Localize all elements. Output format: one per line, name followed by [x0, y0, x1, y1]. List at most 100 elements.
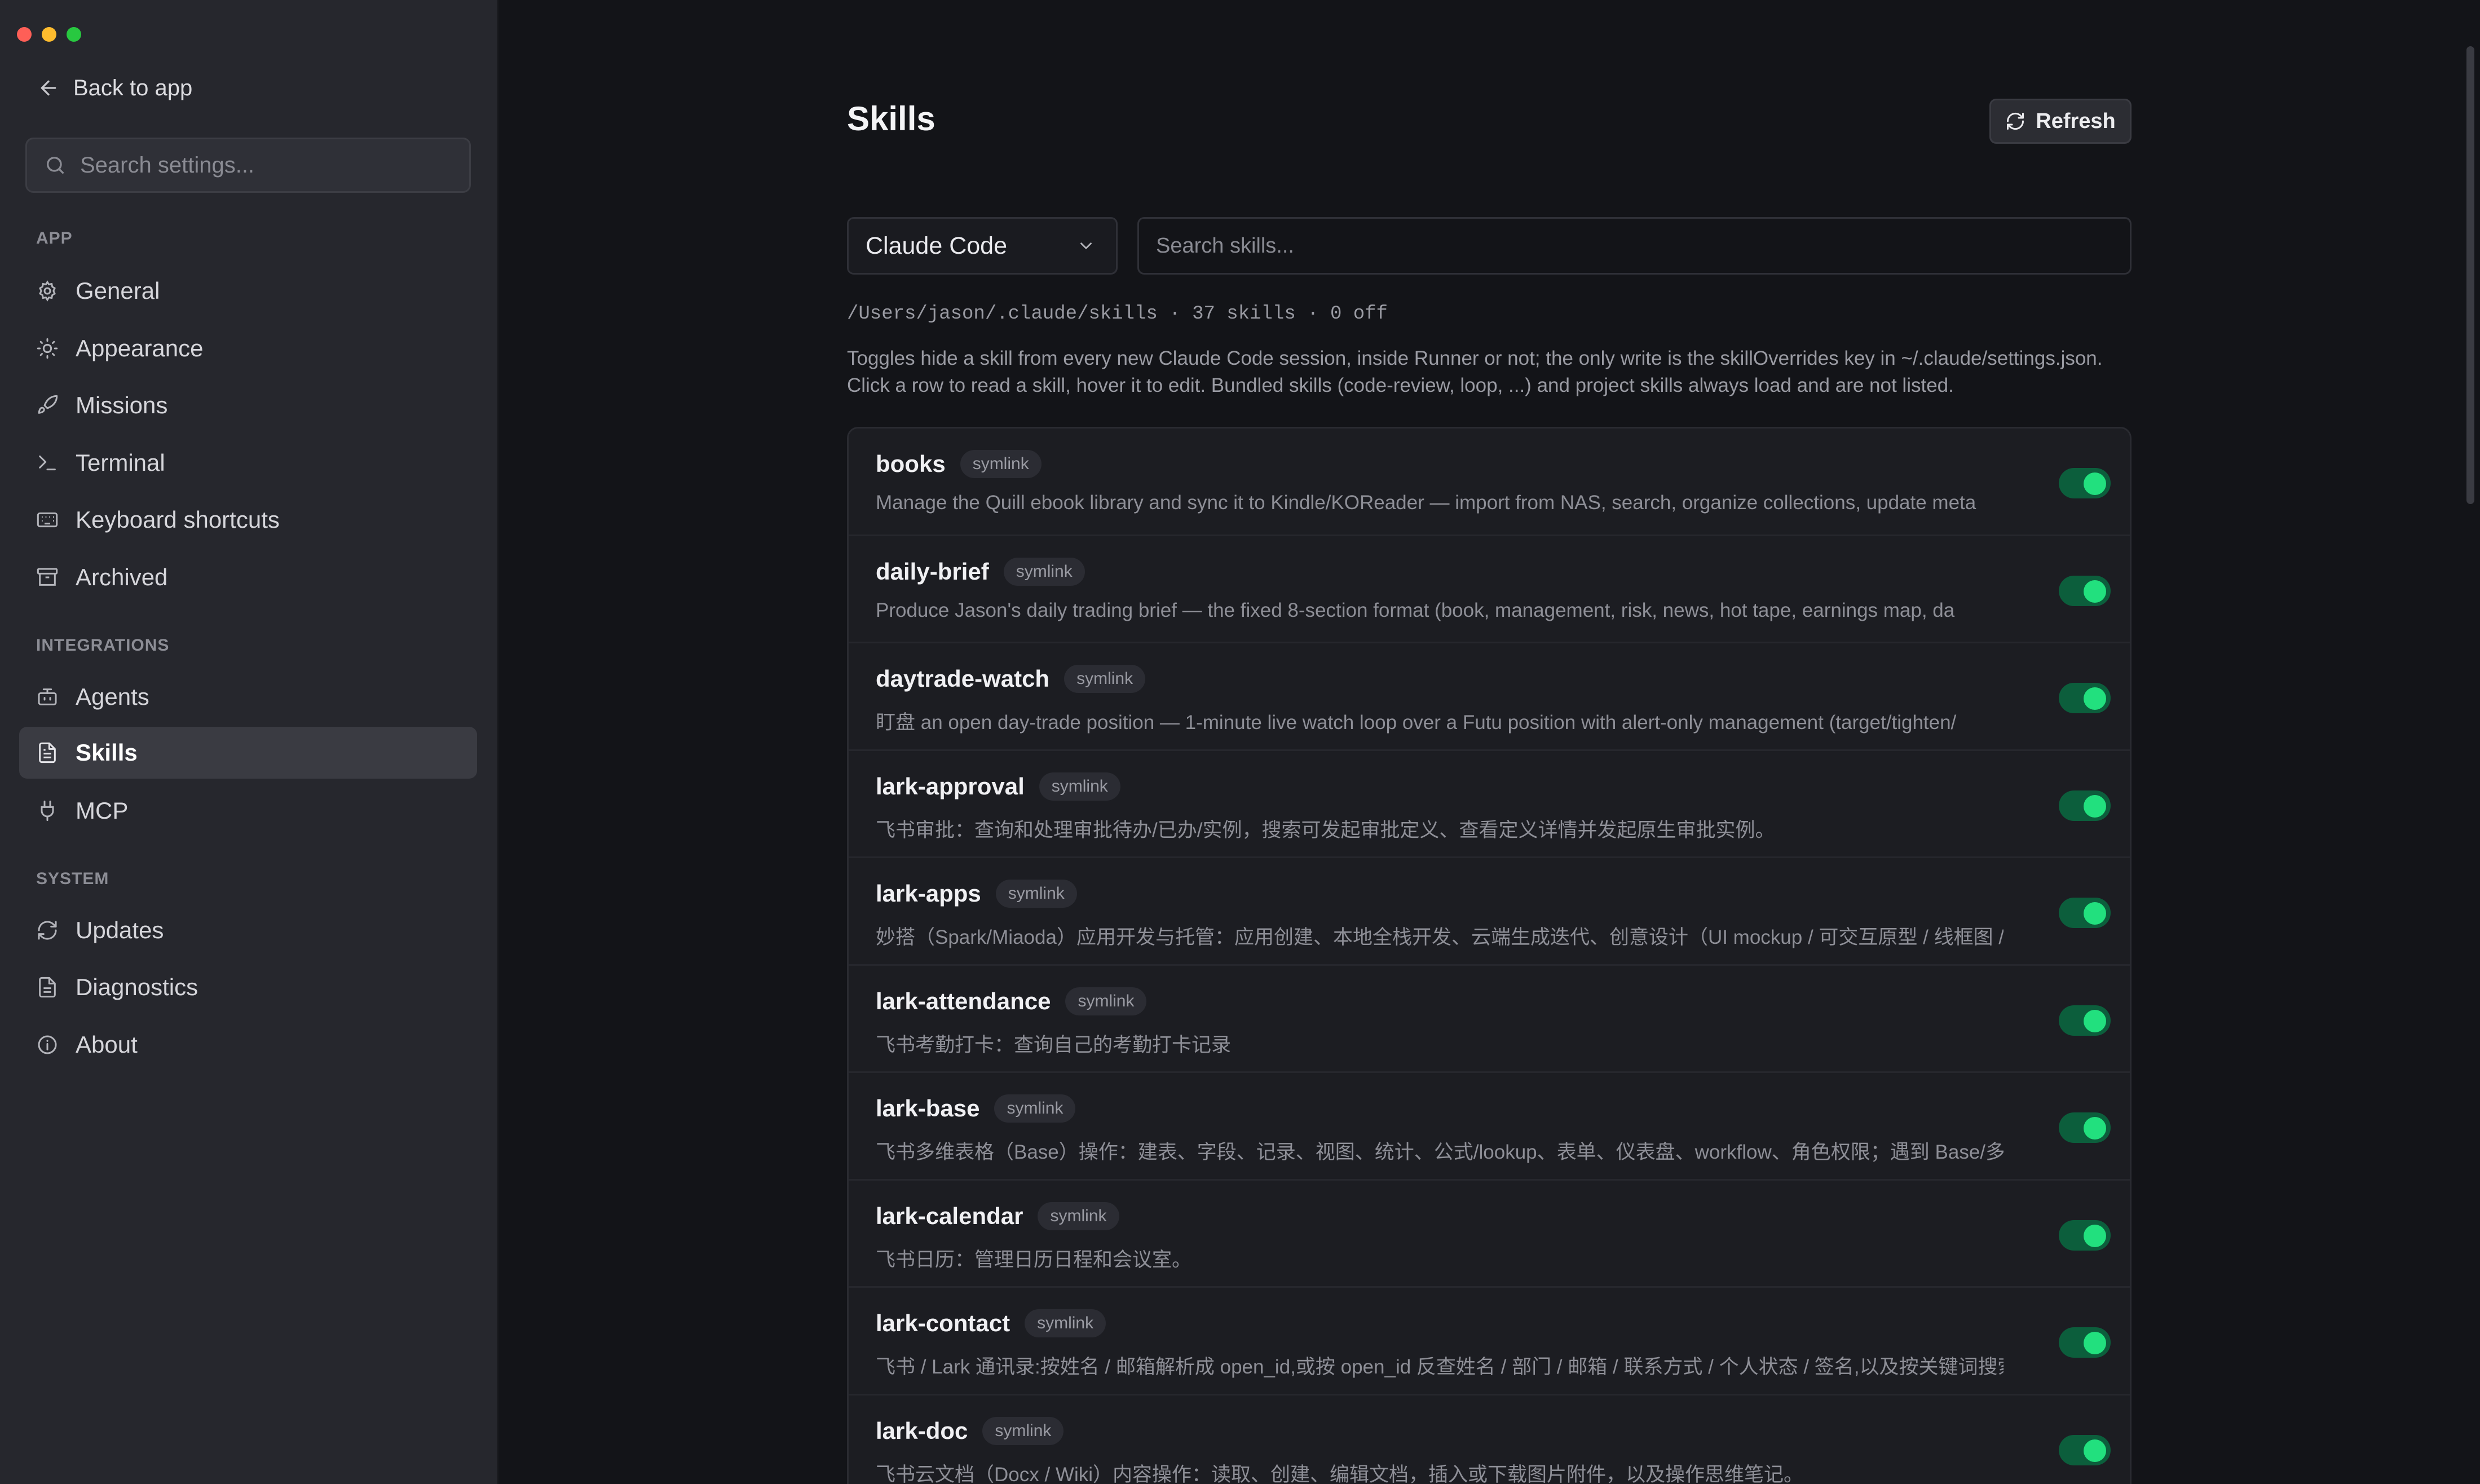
- skill-row[interactable]: books symlink Manage the Quill ebook libra…: [849, 429, 2130, 536]
- zoom-window-button[interactable]: [67, 27, 81, 42]
- skill-header: daily-brief symlink: [876, 557, 1085, 586]
- skill-row[interactable]: lark-calendar symlink 飞书日历：管理日历日程和会议室。: [849, 1180, 2130, 1288]
- sidebar-item-skills[interactable]: Skills: [19, 727, 477, 779]
- sidebar-item-label: Diagnostics: [76, 974, 198, 1000]
- skill-description: 飞书考勤打卡：查询自己的考勤打卡记录: [876, 1034, 1232, 1056]
- skill-row[interactable]: lark-attendance symlink 飞书考勤打卡：查询自己的考勤打卡记录: [849, 965, 2130, 1073]
- skill-toggle[interactable]: [2059, 575, 2111, 606]
- skills-list: books symlink Manage the Quill ebook libra…: [847, 427, 2132, 1484]
- skill-row[interactable]: lark-contact symlink 飞书 / Lark 通讯录:按姓名 / 邮…: [849, 1288, 2130, 1395]
- skill-toggle[interactable]: [2059, 1434, 2111, 1465]
- skill-description: 飞书日历：管理日历日程和会议室。: [876, 1248, 1192, 1271]
- skill-row[interactable]: lark-apps symlink 妙搭（Spark/Miaoda）应用开发与托管：…: [849, 858, 2130, 966]
- skill-row[interactable]: lark-doc symlink 飞书云文档（Docx / Wiki）内容操作：读取…: [849, 1395, 2130, 1484]
- back-to-app-link[interactable]: Back to app: [37, 71, 192, 105]
- sidebar-item-updates[interactable]: Updates: [19, 904, 477, 956]
- skill-description: 盯盘 an open day-trade position — 1-minute…: [876, 712, 1957, 734]
- toggle-knob: [2084, 1224, 2106, 1247]
- skill-name: lark-apps: [876, 880, 981, 907]
- skill-toggle[interactable]: [2059, 1220, 2111, 1251]
- skill-description: 妙搭（Spark/Miaoda）应用开发与托管：应用创建、本地全栈开发、云端生成…: [876, 926, 2004, 948]
- section-label-system: SYSTEM: [36, 869, 109, 888]
- sidebar-item-label: Skills: [76, 739, 138, 766]
- toggle-knob: [2084, 472, 2106, 495]
- sidebar-item-missions[interactable]: Missions: [19, 379, 477, 431]
- refresh-button[interactable]: Refresh: [1989, 99, 2132, 144]
- skill-header: lark-calendar symlink: [876, 1202, 1119, 1230]
- skill-header: books symlink: [876, 450, 1042, 478]
- sidebar-item-label: About: [76, 1031, 138, 1058]
- refresh-icon: [2007, 112, 2024, 130]
- close-window-button[interactable]: [17, 27, 32, 42]
- skills-search-input[interactable]: [1156, 233, 2115, 258]
- toggle-knob: [2084, 1439, 2106, 1462]
- skill-description: Manage the Quill ebook library and sync …: [876, 492, 1976, 514]
- sidebar-item-label: Terminal: [76, 449, 165, 476]
- skill-toggle[interactable]: [2059, 790, 2111, 821]
- keyboard-icon: [37, 512, 58, 528]
- sidebar-item-archived[interactable]: Archived: [19, 551, 477, 603]
- symlink-badge: symlink: [960, 450, 1042, 478]
- agent-selector[interactable]: Claude Code: [847, 217, 1118, 275]
- sidebar-item-agents[interactable]: Agents: [19, 671, 477, 723]
- skill-row[interactable]: lark-base symlink 飞书多维表格（Base）操作：建表、字段、记录、…: [849, 1073, 2130, 1181]
- document-icon: [39, 977, 56, 998]
- sidebar-item-diagnostics[interactable]: Diagnostics: [19, 961, 477, 1013]
- scrollbar-thumb[interactable]: [2466, 46, 2474, 504]
- skill-header: lark-attendance symlink: [876, 987, 1147, 1015]
- skill-toggle[interactable]: [2059, 468, 2111, 498]
- skill-toggle[interactable]: [2059, 1112, 2111, 1143]
- page-title: Skills: [847, 100, 935, 138]
- sidebar-item-mcp[interactable]: MCP: [19, 785, 477, 837]
- bot-icon: [38, 688, 57, 705]
- skills-page: Skills Refresh Claude Code /Users/jason/…: [500, 0, 2480, 1484]
- skill-row[interactable]: daily-brief symlink Produce Jason's daily …: [849, 536, 2130, 643]
- skill-toggle[interactable]: [2059, 1005, 2111, 1036]
- skill-toggle[interactable]: [2059, 898, 2111, 928]
- skill-header: lark-approval symlink: [876, 772, 1120, 801]
- symlink-badge: symlink: [1038, 1202, 1119, 1230]
- skill-description: 飞书云文档（Docx / Wiki）内容操作：读取、创建、编辑文档，插入或下载图…: [876, 1463, 1804, 1484]
- skill-row[interactable]: lark-approval symlink 飞书审批：查询和处理审批待办/已办/实例…: [849, 750, 2130, 858]
- skill-header: lark-doc symlink: [876, 1416, 1064, 1445]
- settings-search[interactable]: [25, 138, 471, 193]
- toggle-knob: [2084, 687, 2106, 710]
- chevron-down-icon: [1080, 242, 1092, 249]
- skill-row[interactable]: daytrade-watch symlink 盯盘 an open day-trad…: [849, 643, 2130, 751]
- skill-name: daytrade-watch: [876, 665, 1050, 692]
- skill-description: 飞书 / Lark 通讯录:按姓名 / 邮箱解析成 open_id,或按 ope…: [876, 1356, 2004, 1378]
- sidebar-item-keyboard-shortcuts[interactable]: Keyboard shortcuts: [19, 494, 477, 546]
- terminal-icon: [39, 455, 56, 471]
- sidebar-item-about[interactable]: About: [19, 1019, 477, 1071]
- symlink-badge: symlink: [1025, 1309, 1106, 1337]
- skills-search[interactable]: [1137, 217, 2132, 275]
- sidebar-item-appearance[interactable]: Appearance: [19, 323, 477, 374]
- window-controls: [17, 27, 81, 42]
- settings-search-input[interactable]: [80, 152, 464, 178]
- skill-name: lark-contact: [876, 1310, 1010, 1336]
- skill-toggle[interactable]: [2059, 683, 2111, 713]
- skill-description: 飞书多维表格（Base）操作：建表、字段、记录、视图、统计、公式/lookup、…: [876, 1141, 2004, 1163]
- skill-name: daily-brief: [876, 558, 989, 585]
- skill-header: lark-contact symlink: [876, 1309, 1106, 1337]
- sidebar-item-general[interactable]: General: [19, 265, 477, 317]
- skill-description: 飞书审批：查询和处理审批待办/已办/实例，搜索可发起审批定义、查看定义详情并发起…: [876, 819, 1775, 841]
- sidebar-item-label: MCP: [76, 797, 129, 824]
- toggle-knob: [2084, 580, 2106, 603]
- info-icon: [38, 1035, 57, 1054]
- skill-toggle[interactable]: [2059, 1327, 2111, 1358]
- back-to-app-label: Back to app: [73, 75, 193, 100]
- skill-name: lark-attendance: [876, 987, 1051, 1014]
- toggle-knob: [2084, 1332, 2106, 1354]
- sidebar-item-label: Agents: [76, 683, 149, 710]
- sidebar-item-terminal[interactable]: Terminal: [19, 437, 477, 489]
- minimize-window-button[interactable]: [42, 27, 56, 42]
- description-line: Click a row to read a skill, hover it to…: [847, 374, 1954, 396]
- skills-path-summary: /Users/jason/.claude/skills · 37 skills …: [847, 303, 1388, 325]
- skill-header: lark-apps symlink: [876, 880, 1077, 908]
- skill-name: books: [876, 450, 946, 477]
- skills-description: Toggles hide a skill from every new Clau…: [847, 345, 2144, 399]
- symlink-badge: symlink: [1065, 987, 1147, 1015]
- sidebar: Back to app APP General Appearance Missi…: [0, 0, 498, 1484]
- sidebar-item-label: General: [76, 277, 160, 304]
